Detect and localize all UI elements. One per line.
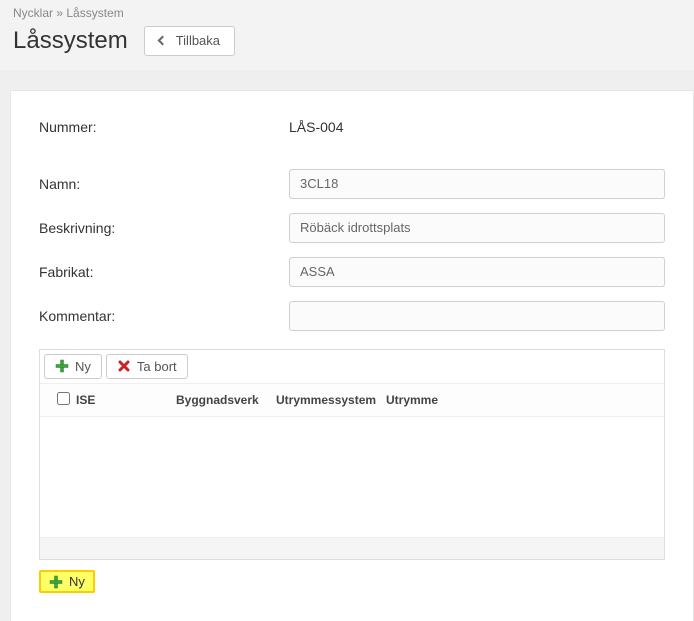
grid-section: Ny Ta bort ISE Byggnadsverk Utrymmessyst… — [39, 349, 665, 561]
chevron-left-icon — [157, 36, 167, 46]
grid-footer — [40, 537, 664, 559]
select-all-checkbox[interactable] — [57, 392, 70, 405]
nummer-label: Nummer: — [39, 119, 289, 135]
form-card: Nummer: LÅS-004 Namn: Beskrivning: Fabri… — [10, 90, 694, 621]
breadcrumb: Nycklar » Låssystem — [13, 2, 684, 24]
col-ise[interactable]: ISE — [76, 393, 176, 407]
delete-label: Ta bort — [137, 359, 177, 375]
grid-body — [40, 417, 664, 537]
col-utrymmessystem[interactable]: Utrymmessystem — [276, 393, 386, 407]
new-button[interactable]: Ny — [44, 354, 102, 380]
plus-icon — [55, 359, 69, 373]
page-title: Låssystem — [13, 27, 128, 55]
x-icon — [117, 359, 131, 373]
grid-header: ISE Byggnadsverk Utrymmessystem Utrymme — [40, 384, 664, 417]
namn-input[interactable] — [289, 169, 665, 199]
nummer-value: LÅS-004 — [289, 119, 343, 135]
back-label: Tillbaka — [176, 33, 220, 49]
new-label: Ny — [75, 359, 91, 375]
fabrikat-label: Fabrikat: — [39, 264, 289, 280]
breadcrumb-part2: Låssystem — [66, 6, 123, 20]
col-byggnadsverk[interactable]: Byggnadsverk — [176, 393, 276, 407]
col-utrymme[interactable]: Utrymme — [386, 393, 654, 407]
kommentar-label: Kommentar: — [39, 308, 289, 324]
fabrikat-input[interactable] — [289, 257, 665, 287]
breadcrumb-part1[interactable]: Nycklar — [13, 6, 53, 20]
namn-label: Namn: — [39, 176, 289, 192]
kommentar-input[interactable] — [289, 301, 665, 331]
new-highlight-label: Ny — [69, 574, 85, 589]
breadcrumb-sep: » — [53, 6, 66, 20]
new-button-highlighted[interactable]: Ny — [39, 570, 95, 593]
beskrivning-label: Beskrivning: — [39, 220, 289, 236]
back-button[interactable]: Tillbaka — [144, 26, 235, 56]
delete-button[interactable]: Ta bort — [106, 354, 188, 380]
beskrivning-input[interactable] — [289, 213, 665, 243]
plus-icon — [49, 575, 63, 589]
